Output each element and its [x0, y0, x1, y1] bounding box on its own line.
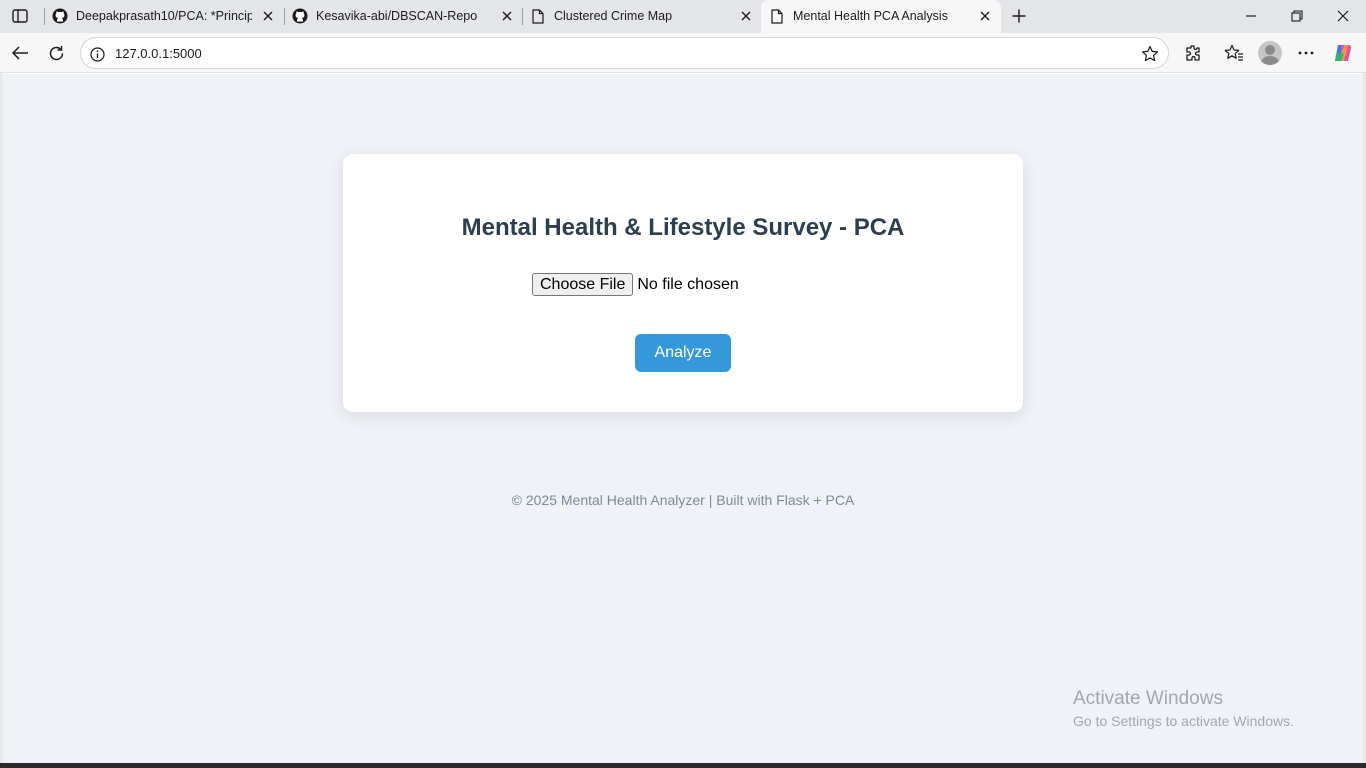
- activate-windows-watermark: Activate Windows Go to Settings to activ…: [1073, 688, 1294, 729]
- tab-strip: Deepakprasath10/PCA: *Principal Kesavika…: [0, 0, 1366, 33]
- analyze-button[interactable]: Analyze: [635, 334, 731, 372]
- restore-icon[interactable]: [1286, 6, 1308, 26]
- extensions-icon[interactable]: [1182, 42, 1204, 64]
- sidebar-toggle-icon[interactable]: [9, 6, 31, 26]
- tab-title: Clustered Crime Map: [554, 9, 673, 23]
- page-title: Mental Health & Lifestyle Survey - PCA: [461, 214, 905, 241]
- more-options-icon[interactable]: [1295, 42, 1317, 64]
- footer-text: © 2025 Mental Health Analyzer | Built wi…: [511, 492, 855, 508]
- file-status-text: No file chosen: [637, 275, 739, 293]
- tab-crime-map[interactable]: Clustered Crime Map: [522, 0, 760, 33]
- minimize-icon[interactable]: [1240, 6, 1262, 26]
- choose-file-button[interactable]: Choose File: [532, 273, 634, 296]
- tab-pca-repo[interactable]: Deepakprasath10/PCA: *Principal: [44, 0, 284, 33]
- github-icon: [292, 8, 308, 24]
- back-arrow-icon[interactable]: [9, 42, 31, 64]
- favorites-icon[interactable]: [1223, 42, 1245, 64]
- favorite-star-icon[interactable]: [1140, 44, 1160, 64]
- tab-mental-health-pca[interactable]: Mental Health PCA Analysis: [761, 0, 1001, 33]
- upload-card: Mental Health & Lifestyle Survey - PCA C…: [343, 154, 1023, 412]
- reload-icon[interactable]: [45, 42, 67, 64]
- taskbar-edge: [0, 763, 1366, 768]
- watermark-subtitle: Go to Settings to activate Windows.: [1073, 713, 1294, 729]
- copilot-icon[interactable]: [1332, 42, 1354, 64]
- page-icon: [530, 8, 546, 24]
- url-text: 127.0.0.1:5000: [115, 46, 202, 61]
- page-icon: [769, 8, 785, 24]
- github-icon: [52, 8, 68, 24]
- address-bar[interactable]: 127.0.0.1:5000: [80, 37, 1169, 69]
- tab-separator: [44, 8, 45, 25]
- tab-separator: [522, 8, 523, 25]
- tab-title: Mental Health PCA Analysis: [793, 9, 948, 23]
- new-tab-icon[interactable]: [1008, 5, 1030, 27]
- tab-dbscan-repo[interactable]: Kesavika-abi/DBSCAN-Repo: [284, 0, 522, 33]
- tab-separator: [284, 8, 285, 25]
- tab-title: Deepakprasath10/PCA: *Principal: [76, 9, 252, 23]
- tab-title: Kesavika-abi/DBSCAN-Repo: [316, 9, 478, 23]
- close-icon[interactable]: [261, 9, 275, 23]
- avatar[interactable]: [1258, 41, 1282, 65]
- browser-toolbar: 127.0.0.1:5000: [0, 33, 1366, 82]
- close-icon[interactable]: [739, 9, 753, 23]
- close-icon[interactable]: [978, 9, 992, 23]
- watermark-title: Activate Windows: [1073, 688, 1223, 709]
- info-icon[interactable]: [89, 46, 105, 62]
- page-viewport: Mental Health & Lifestyle Survey - PCA C…: [3, 74, 1363, 763]
- close-icon[interactable]: [500, 9, 514, 23]
- window-close-icon[interactable]: [1332, 6, 1354, 26]
- file-input[interactable]: Choose File No file chosen: [532, 273, 739, 296]
